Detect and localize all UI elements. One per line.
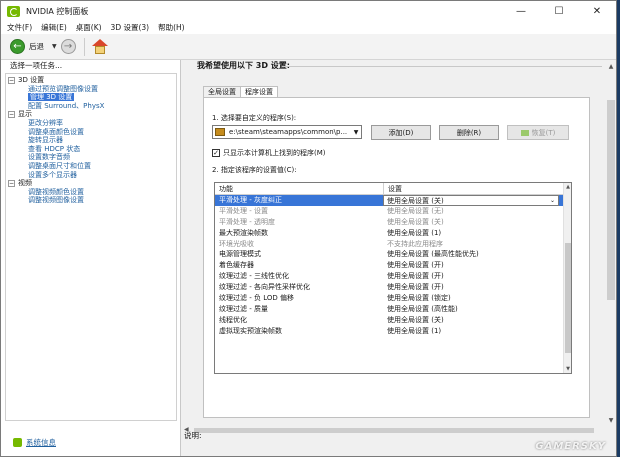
close-button[interactable]: ✕ <box>578 1 616 21</box>
tree-item-rotate-display[interactable]: 旋转显示器 <box>6 136 176 145</box>
description-label: 说明: <box>184 431 202 440</box>
tree-category-3d-settings[interactable]: −3D 设置 <box>6 76 176 85</box>
menu-file[interactable]: 文件(F) <box>7 22 32 33</box>
nvidia-control-panel-window: NVIDIA 控制面板 — ☐ ✕ 文件(F) 编辑(E) 桌面(K) 3D 设… <box>0 0 617 457</box>
title-bar: NVIDIA 控制面板 — ☐ ✕ <box>1 1 616 21</box>
table-row[interactable]: 平滑处理 - 透明度 使用全局设置 (关) <box>215 217 571 228</box>
tree-item-video-image[interactable]: 调整视频图像设置 <box>6 196 176 205</box>
program-select[interactable]: e:\steam\steamapps\common\p... ▼ <box>212 125 362 139</box>
tree-category-video[interactable]: − 视频 <box>6 179 176 188</box>
system-info-link[interactable]: 系统信息 <box>26 437 56 448</box>
collapse-icon[interactable]: − <box>8 76 15 84</box>
show-found-programs-label: 只显示本计算机上找到的程序(M) <box>223 149 326 157</box>
pane-hscroll-thumb[interactable] <box>194 428 594 433</box>
menu-edit[interactable]: 编辑(E) <box>41 22 67 33</box>
chevron-down-icon[interactable]: ▼ <box>351 129 361 136</box>
table-row[interactable]: 纹理过滤 - 负 LOD 偏移 使用全局设置 (锁定) <box>215 293 571 304</box>
grid-scroll-thumb[interactable] <box>565 243 571 353</box>
tab-global-settings[interactable]: 全局设置 <box>203 86 241 97</box>
gamersky-watermark: GAMERSKY <box>535 441 606 452</box>
pane-horizontal-scrollbar[interactable]: ◀ <box>182 426 616 435</box>
page-title: 我希望使用以下 3D 设置: <box>197 61 290 70</box>
nvidia-logo-icon <box>7 5 20 17</box>
table-row[interactable]: 最大预渲染帧数 使用全局设置 (1) <box>215 228 571 239</box>
program-path: e:\steam\steamapps\common\p... <box>229 128 348 136</box>
history-dropdown-icon[interactable]: ▼ <box>52 43 57 50</box>
maximize-button[interactable]: ☐ <box>540 1 578 21</box>
column-setting[interactable]: 设置 <box>383 183 402 195</box>
tree-item-manage-3d-settings[interactable]: 管理 3D 设置 <box>6 93 176 102</box>
back-arrow-icon[interactable]: ← <box>10 39 25 54</box>
home-icon[interactable] <box>91 38 109 56</box>
menu-help[interactable]: 帮助(H) <box>158 22 185 33</box>
tree-item-desktop-color[interactable]: 调整桌面颜色设置 <box>6 128 176 137</box>
game-icon <box>215 128 225 136</box>
collapse-icon[interactable]: − <box>8 179 15 187</box>
remove-button[interactable]: 删除(R) <box>439 125 499 140</box>
toolbar: ← 后退 ▼ → <box>1 34 616 60</box>
table-row[interactable]: 虚拟现实预渲染帧数 使用全局设置 (1) <box>215 326 571 337</box>
program-settings-panel: 1. 选择要自定义的程序(S): e:\steam\steamapps\comm… <box>203 97 590 418</box>
scroll-down-icon[interactable]: ▼ <box>564 366 571 372</box>
task-pane: 选择一项任务... −3D 设置 通过预览调整图像设置 管理 3D 设置 配置 … <box>1 60 181 456</box>
add-button[interactable]: 添加(D) <box>371 125 431 140</box>
tree-item-multiple-displays[interactable]: 设置多个显示器 <box>6 171 176 180</box>
table-row[interactable]: 着色缓存器 使用全局设置 (开) <box>215 260 571 271</box>
tree-item-desktop-size[interactable]: 调整桌面尺寸和位置 <box>6 162 176 171</box>
table-row[interactable]: 线程优化 使用全局设置 (关) <box>215 315 571 326</box>
menu-3d-settings[interactable]: 3D 设置(3) <box>111 22 150 33</box>
pane-vertical-scrollbar[interactable]: ▲ ▼ <box>606 60 616 426</box>
settings-grid: 功能 设置 平滑处理 - 灰度纠正 使用全局设置 (关) ⌄ 平滑处理 - 设置使… <box>214 182 572 374</box>
tree-category-display[interactable]: − 显示 <box>6 110 176 119</box>
table-row[interactable]: 纹理过滤 - 三线性优化 使用全局设置 (开) <box>215 271 571 282</box>
nvidia-restore-icon <box>520 129 529 136</box>
toolbar-separator <box>83 37 85 56</box>
system-info: 系统信息 <box>13 437 56 448</box>
show-found-programs-option[interactable]: ✓ 只显示本计算机上找到的程序(M) <box>212 148 326 158</box>
back-button-label[interactable]: 后退 <box>29 41 44 52</box>
settings-pane: 我希望使用以下 3D 设置: 全局设置 程序设置 1. 选择要自定义的程序(S)… <box>182 60 616 456</box>
nvidia-small-icon <box>13 438 22 447</box>
tree-item-resolution[interactable]: 更改分辨率 <box>6 119 176 128</box>
tree-item-digital-audio[interactable]: 设置数字音频 <box>6 153 176 162</box>
grid-header: 功能 设置 <box>215 183 571 195</box>
tree-item-preview-settings[interactable]: 通过预览调整图像设置 <box>6 85 176 94</box>
restore-button[interactable]: 恢复(T) <box>507 125 569 140</box>
table-row[interactable]: 平滑处理 - 设置 使用全局设置 (无) <box>215 206 571 217</box>
task-tree: −3D 设置 通过预览调整图像设置 管理 3D 设置 配置 Surround、P… <box>5 73 177 421</box>
window-title: NVIDIA 控制面板 <box>26 6 89 16</box>
table-row[interactable]: 环境光吸收 不支持此应用程序 <box>215 239 571 250</box>
grid-scrollbar[interactable]: ▲ ▼ <box>563 183 571 373</box>
step2-label: 2. 指定该程序的设置值(C): <box>212 166 297 174</box>
collapse-icon[interactable]: − <box>8 110 15 118</box>
step1-label: 1. 选择要自定义的程序(S): <box>212 114 297 122</box>
forward-arrow-icon[interactable]: → <box>60 39 76 54</box>
column-feature[interactable]: 功能 <box>219 183 233 195</box>
table-row[interactable]: 平滑处理 - 灰度纠正 使用全局设置 (关) ⌄ <box>215 195 571 206</box>
minimize-button[interactable]: — <box>502 1 540 21</box>
table-row[interactable]: 纹理过滤 - 各向异性采样优化 使用全局设置 (开) <box>215 282 571 293</box>
scroll-up-icon[interactable]: ▲ <box>606 63 616 70</box>
settings-content: 我希望使用以下 3D 设置: 全局设置 程序设置 1. 选择要自定义的程序(S)… <box>182 60 606 426</box>
scroll-down-icon[interactable]: ▼ <box>606 417 616 424</box>
menu-bar: 文件(F) 编辑(E) 桌面(K) 3D 设置(3) 帮助(H) <box>1 21 616 34</box>
menu-desktop[interactable]: 桌面(K) <box>76 22 102 33</box>
checkbox-checked-icon[interactable]: ✓ <box>212 149 220 157</box>
heading-divider <box>282 66 602 67</box>
task-pane-heading: 选择一项任务... <box>10 61 63 70</box>
scroll-up-icon[interactable]: ▲ <box>564 184 571 190</box>
setting-dropdown[interactable]: 使用全局设置 (关) ⌄ <box>383 195 559 206</box>
tree-item-surround-physx[interactable]: 配置 Surround、PhysX <box>6 102 176 111</box>
table-row[interactable]: 纹理过滤 - 质量 使用全局设置 (高性能) <box>215 304 571 315</box>
table-row[interactable]: 电源管理模式 使用全局设置 (最高性能优先) <box>215 249 571 260</box>
pane-scroll-thumb[interactable] <box>607 100 615 300</box>
